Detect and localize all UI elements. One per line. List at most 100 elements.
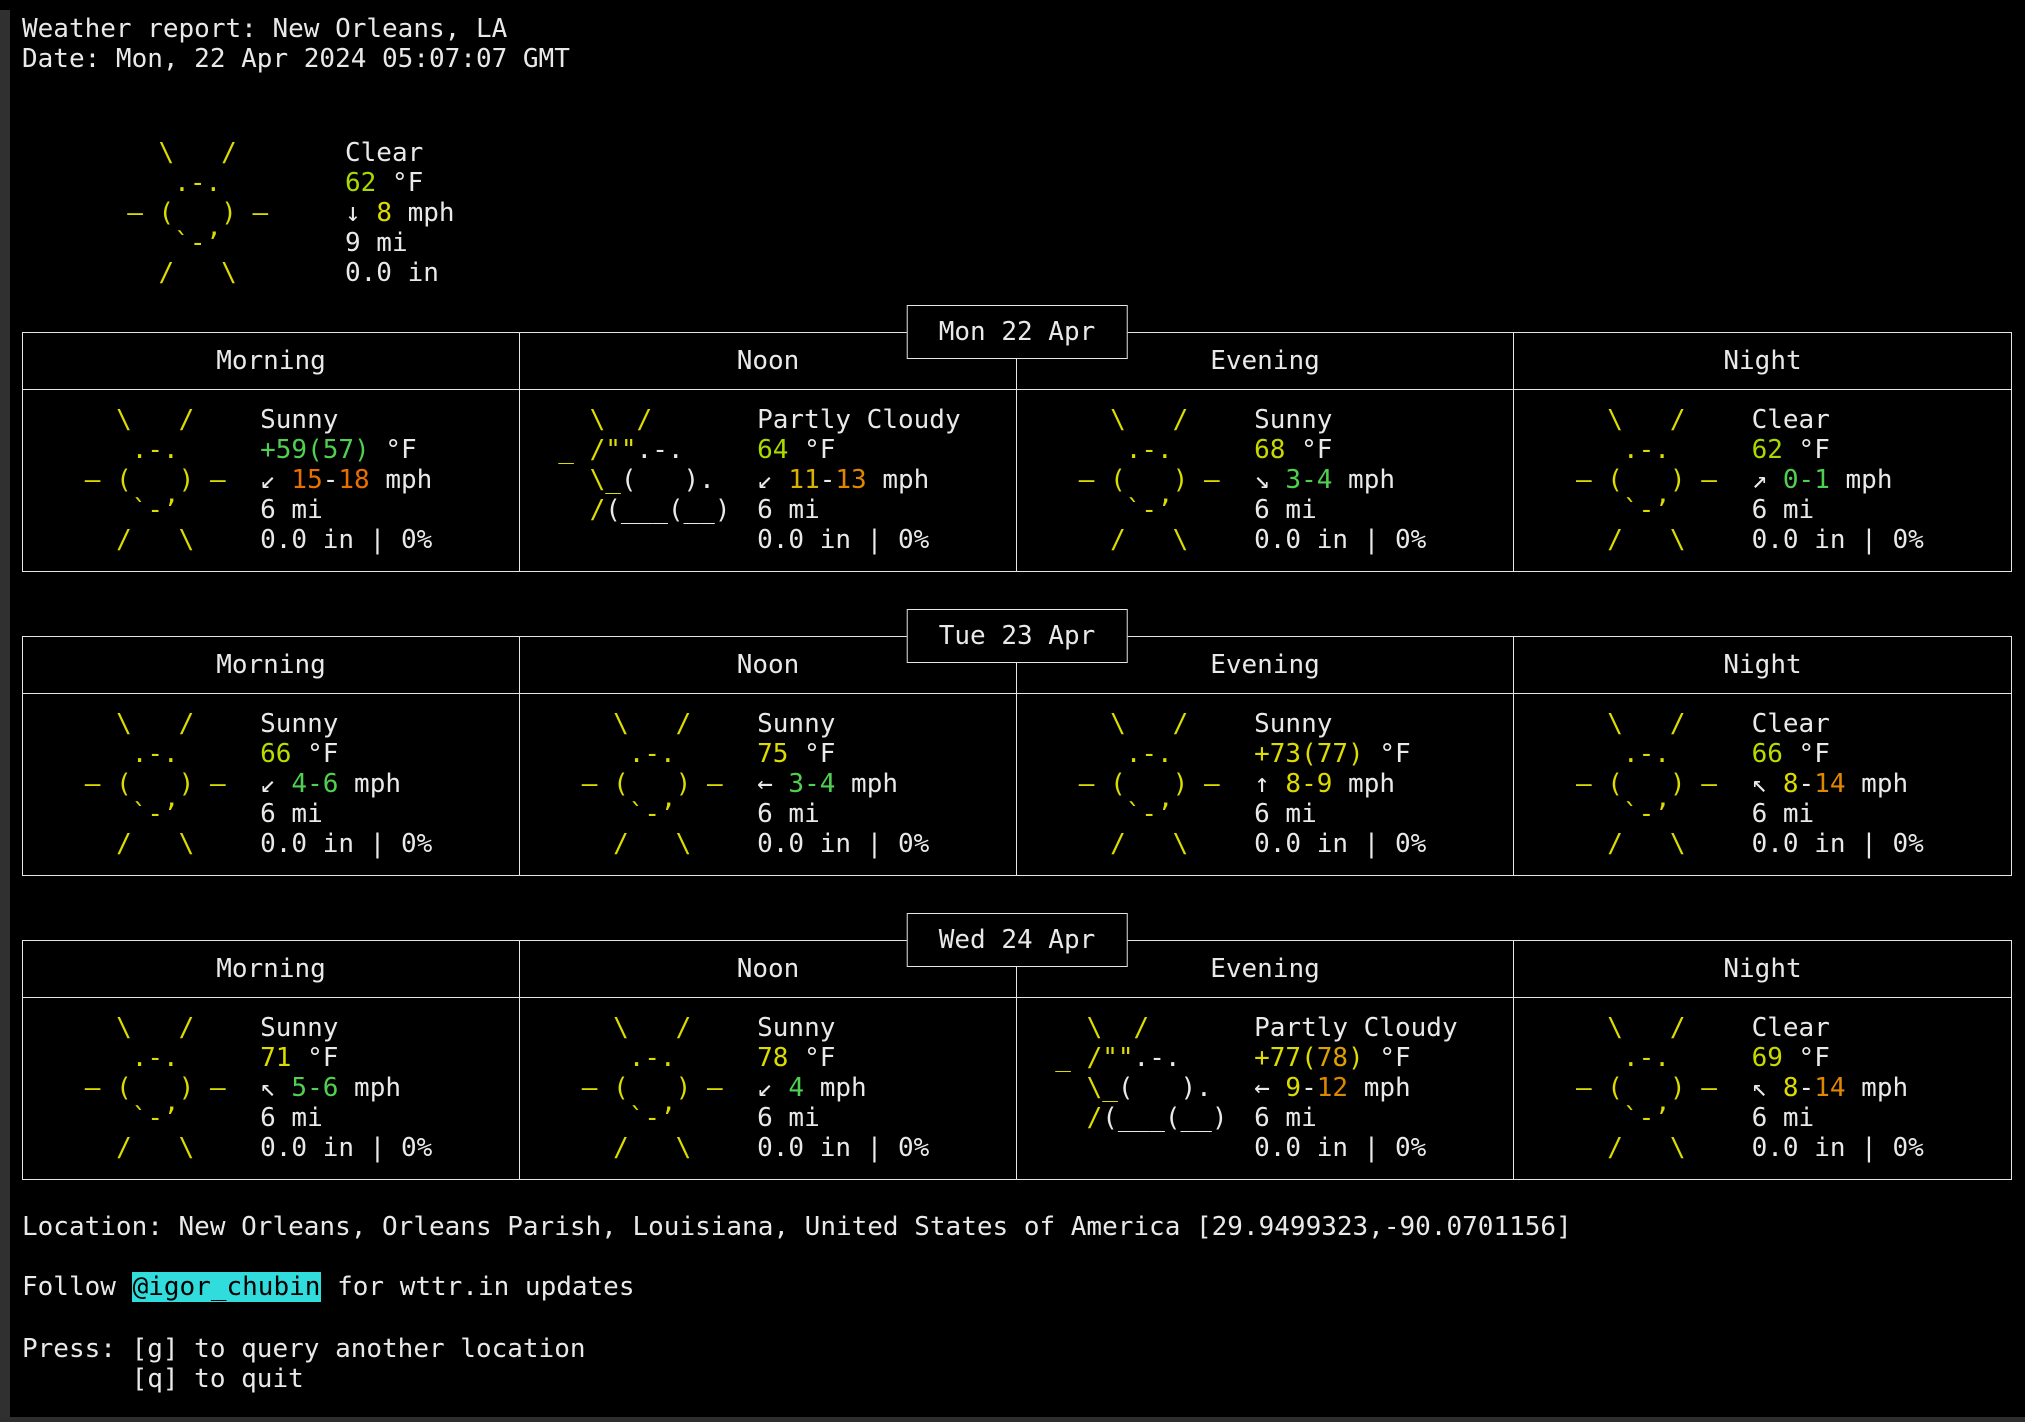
weather-info-line: 6 mi: [260, 1103, 519, 1133]
weather-info-line: Sunny: [260, 709, 519, 739]
weather-info-line: 6 mi: [1254, 799, 1513, 829]
weather-info-line: ↙ 4-6 mph: [260, 769, 519, 799]
weather-info-line: Sunny: [1254, 709, 1513, 739]
partly-ascii-art-icon: \ / _ /"".-. \_( ). /(___(__): [543, 405, 731, 571]
weather-info-line: 78 °F: [757, 1043, 1016, 1073]
weather-info-line: 64 °F: [757, 435, 1016, 465]
sunny-ascii-art-icon: \ / .-. — ( ) — `-’ / \: [1047, 405, 1219, 571]
forecast-cell-night: \ / .-. — ( ) — `-’ / \Clear66 °F↖ 8-14 …: [1514, 694, 2011, 875]
weather-info-line: 69 °F: [1752, 1043, 2011, 1073]
forecast-cell-noon: \ / .-. — ( ) — `-’ / \Sunny78 °F↙ 4 mph…: [520, 998, 1017, 1179]
cell-art-column: \ / .-. — ( ) — `-’ / \: [1514, 1013, 1748, 1179]
weather-info-line: 0.0 in | 0%: [1254, 1133, 1513, 1163]
weather-info-line: 0.0 in | 0%: [757, 1133, 1016, 1163]
cell-info-column: Partly Cloudy+77(78) °F← 9-12 mph6 mi0.0…: [1250, 1013, 1513, 1179]
column-header-night: Night: [1514, 637, 2011, 694]
cell-info-column: Sunny68 °F↘ 3-4 mph6 mi0.0 in | 0%: [1250, 405, 1513, 571]
weather-info-line: ↖ 5-6 mph: [260, 1073, 519, 1103]
sunny-ascii-art-icon: \ / .-. — ( ) — `-’ / \: [1047, 709, 1219, 875]
forecast-cell-night: \ / .-. — ( ) — `-’ / \Clear62 °F↗ 0-1 m…: [1514, 390, 2011, 571]
cell-art-column: \ / .-. — ( ) — `-’ / \: [520, 1013, 753, 1179]
weather-info-line: Sunny: [260, 405, 519, 435]
forecast-cell-night: \ / .-. — ( ) — `-’ / \Clear69 °F↖ 8-14 …: [1514, 998, 2011, 1179]
forecast-day-section: Tue 23 AprMorningNoonEveningNight \ / .-…: [22, 636, 2012, 876]
cell-art-column: \ / .-. — ( ) — `-’ / \: [520, 709, 753, 875]
report-title: Weather report: New Orleans, LA: [22, 14, 2012, 44]
weather-info-line: ↙ 15-18 mph: [260, 465, 519, 495]
weather-info-line: +59(57) °F: [260, 435, 519, 465]
sunny-ascii-art-icon: \ / .-. — ( ) — `-’ / \: [1545, 709, 1717, 875]
column-header-morning: Morning: [23, 941, 520, 998]
cell-art-column: \ / .-. — ( ) — `-’ / \: [1514, 709, 1748, 875]
weather-info-line: 0.0 in | 0%: [1254, 525, 1513, 555]
cell-info-column: Sunny71 °F↖ 5-6 mph6 mi0.0 in | 0%: [256, 1013, 519, 1179]
date-label: Tue 23 Apr: [907, 609, 1128, 663]
weather-info-line: Sunny: [260, 1013, 519, 1043]
cell-info-column: Clear62 °F↗ 0-1 mph6 mi0.0 in | 0%: [1748, 405, 2011, 571]
forecast-day-section: Mon 22 AprMorningNoonEveningNight \ / .-…: [22, 332, 2012, 572]
cell-info-column: Sunny78 °F↙ 4 mph6 mi0.0 in | 0%: [753, 1013, 1016, 1179]
forecast-table: MorningNoonEveningNight \ / .-. — ( ) — …: [22, 940, 2012, 1180]
weather-info-line: +77(78) °F: [1254, 1043, 1513, 1073]
cell-info-column: Partly Cloudy64 °F↙ 11-13 mph6 mi0.0 in …: [753, 405, 1016, 571]
weather-info-line: 0.0 in | 0%: [1752, 829, 2011, 859]
column-header-morning: Morning: [23, 333, 520, 390]
weather-info-line: ↙ 4 mph: [757, 1073, 1016, 1103]
forecast-day-section: Wed 24 AprMorningNoonEveningNight \ / .-…: [22, 940, 2012, 1180]
twitter-handle-link[interactable]: @igor_chubin: [132, 1272, 322, 1302]
date-label: Wed 24 Apr: [907, 913, 1128, 967]
weather-info-line: ↗ 0-1 mph: [1752, 465, 2011, 495]
weather-info-line: Partly Cloudy: [757, 405, 1016, 435]
weather-info-line: Clear: [1752, 1013, 2011, 1043]
weather-info-line: 0.0 in | 0%: [757, 525, 1016, 555]
forecast-tables: Mon 22 AprMorningNoonEveningNight \ / .-…: [22, 332, 2012, 1180]
cell-info-column: Sunny66 °F↙ 4-6 mph6 mi0.0 in | 0%: [256, 709, 519, 875]
cell-art-column: \ / .-. — ( ) — `-’ / \: [23, 405, 256, 571]
weather-info-line: 6 mi: [260, 495, 519, 525]
weather-info-line: Clear: [1752, 405, 2011, 435]
partly-ascii-art-icon: \ / _ /"".-. \_( ). /(___(__): [1040, 1013, 1228, 1179]
weather-info-line: ↖ 8-14 mph: [1752, 1073, 2011, 1103]
forecast-cell-morning: \ / .-. — ( ) — `-’ / \Sunny66 °F↙ 4-6 m…: [23, 694, 520, 875]
window-edge-bottom: [0, 1417, 2025, 1422]
weather-info-line: ↓ 8 mph: [345, 198, 455, 228]
weather-info-line: ↙ 11-13 mph: [757, 465, 1016, 495]
cell-info-column: Sunny+73(77) °F↑ 8-9 mph6 mi0.0 in | 0%: [1250, 709, 1513, 875]
cell-art-column: \ / .-. — ( ) — `-’ / \: [1017, 405, 1250, 571]
forecast-cell-evening: \ / _ /"".-. \_( ). /(___(__)Partly Clou…: [1017, 998, 1514, 1179]
weather-info-line: 6 mi: [260, 799, 519, 829]
weather-info-line: Sunny: [1254, 405, 1513, 435]
forecast-cell-noon: \ / .-. — ( ) — `-’ / \Sunny75 °F← 3-4 m…: [520, 694, 1017, 875]
weather-info-line: 0.0 in | 0%: [1752, 1133, 2011, 1163]
weather-info-line: 9 mi: [345, 228, 455, 258]
column-header-night: Night: [1514, 333, 2011, 390]
cell-art-column: \ / _ /"".-. \_( ). /(___(__): [1017, 1013, 1250, 1179]
sunny-ascii-art-icon: \ / .-. — ( ) — `-’ / \: [53, 405, 225, 571]
forecast-cell-evening: \ / .-. — ( ) — `-’ / \Sunny68 °F↘ 3-4 m…: [1017, 390, 1514, 571]
sunny-ascii-art-icon: \ / .-. — ( ) — `-’ / \: [53, 709, 225, 875]
forecast-cell-noon: \ / _ /"".-. \_( ). /(___(__)Partly Clou…: [520, 390, 1017, 571]
weather-info-line: 6 mi: [757, 799, 1016, 829]
forecast-table: MorningNoonEveningNight \ / .-. — ( ) — …: [22, 636, 2012, 876]
cell-info-column: Sunny+59(57) °F↙ 15-18 mph6 mi0.0 in | 0…: [256, 405, 519, 571]
weather-info-line: 0.0 in | 0%: [1752, 525, 2011, 555]
weather-info-line: 75 °F: [757, 739, 1016, 769]
weather-info-line: 0.0 in | 0%: [260, 1133, 519, 1163]
weather-info-line: 71 °F: [260, 1043, 519, 1073]
sunny-ascii-art-icon: \ / .-. — ( ) — `-’ / \: [550, 709, 722, 875]
follow-line: Follow @igor_chubin for wttr.in updates: [22, 1272, 2012, 1302]
weather-info-line: 6 mi: [1752, 1103, 2011, 1133]
weather-info-line: Partly Cloudy: [1254, 1013, 1513, 1043]
cell-info-column: Sunny75 °F← 3-4 mph6 mi0.0 in | 0%: [753, 709, 1016, 875]
cell-art-column: \ / .-. — ( ) — `-’ / \: [1017, 709, 1250, 875]
cell-art-column: \ / _ /"".-. \_( ). /(___(__): [520, 405, 753, 571]
weather-info-line: +73(77) °F: [1254, 739, 1513, 769]
cell-info-column: Clear66 °F↖ 8-14 mph6 mi0.0 in | 0%: [1748, 709, 2011, 875]
weather-info-line: 0.0 in: [345, 258, 455, 288]
weather-info-line: Sunny: [757, 1013, 1016, 1043]
sunny-ascii-art-icon: \ / .-. — ( ) — `-’ / \: [53, 1013, 225, 1179]
cell-art-column: \ / .-. — ( ) — `-’ / \: [1514, 405, 1748, 571]
terminal-screen: Weather report: New Orleans, LA Date: Mo…: [0, 0, 2025, 1394]
hint-query-location: Press: [g] to query another location: [22, 1334, 2012, 1364]
weather-info-line: 6 mi: [757, 1103, 1016, 1133]
